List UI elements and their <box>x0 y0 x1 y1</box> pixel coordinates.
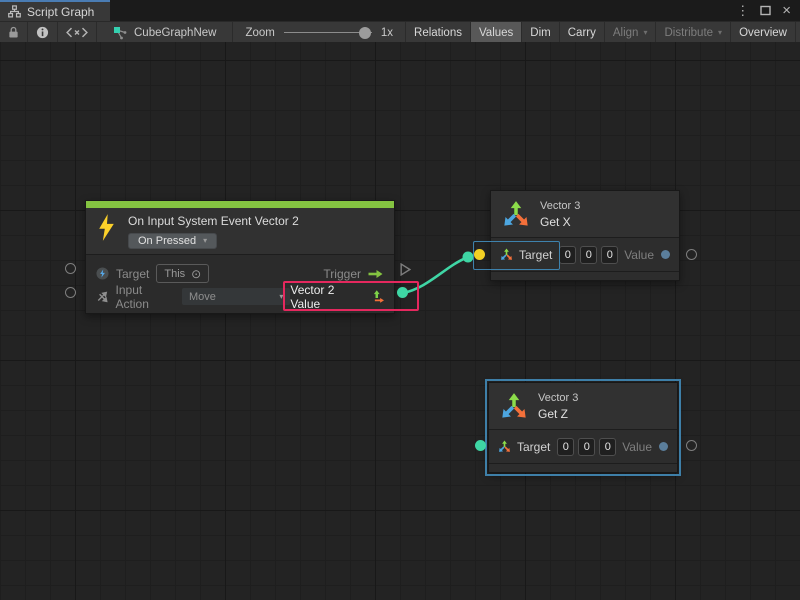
get-z-field-x[interactable]: 0 <box>557 438 574 456</box>
vector2-value-output-port[interactable] <box>397 287 408 298</box>
dropdown-caret-icon: ▾ <box>718 29 722 37</box>
event-node-ports: Target This ⊙ Trigger <box>86 254 394 313</box>
node-vector3-get-x[interactable]: Vector 3 Get X Target 0 0 0 Value <box>490 190 680 281</box>
toolbar-button-overview[interactable]: Overview <box>731 22 796 43</box>
get-x-field-y[interactable]: 0 <box>580 246 597 264</box>
tab-script-graph[interactable]: Script Graph <box>0 0 110 21</box>
get-z-value-port[interactable] <box>659 442 668 451</box>
code-icon <box>66 27 88 38</box>
zoom-control: Zoom 1x <box>233 22 406 43</box>
titlebar-spacer <box>110 0 736 21</box>
get-z-target-input-port[interactable] <box>475 440 486 451</box>
toolbar-button-dim[interactable]: Dim <box>522 22 559 43</box>
vector3-icon <box>500 392 528 420</box>
target-object-field[interactable]: This ⊙ <box>156 264 209 283</box>
object-picker-icon[interactable]: ⊙ <box>191 268 201 280</box>
trigger-arrow-icon <box>367 269 384 279</box>
connection-endpoint-dot <box>463 252 474 263</box>
toolbar-button-carry[interactable]: Carry <box>560 22 605 43</box>
dropdown-caret-icon: ▾ <box>279 293 283 301</box>
graph-canvas[interactable]: On Input System Event Vector 2 On Presse… <box>0 42 800 600</box>
graph-toolbar: CubeGraphNew Zoom 1x Relations Values Di… <box>0 21 800 43</box>
vector3-small-icon <box>500 248 513 261</box>
get-x-value-output-port[interactable] <box>686 249 697 260</box>
connection-layer <box>0 42 800 600</box>
trigger-output-port[interactable] <box>400 263 411 276</box>
zoom-slider-handle[interactable] <box>359 27 371 39</box>
info-icon <box>36 26 49 39</box>
get-z-header: Vector 3 Get Z <box>489 383 677 429</box>
inspect-button[interactable] <box>28 22 58 43</box>
toolbar-button-values[interactable]: Values <box>471 22 522 43</box>
vector3-icon <box>502 200 530 228</box>
titlebar: Script Graph ⋮ × <box>0 0 800 21</box>
get-x-target-input-port[interactable] <box>474 249 485 260</box>
event-icon <box>96 267 109 280</box>
toolbar-button-full-screen[interactable]: Full Screen <box>796 22 800 43</box>
get-z-type-label: Vector 3 <box>538 391 578 405</box>
event-node-header: On Input System Event Vector 2 On Presse… <box>86 208 394 254</box>
toolbar-button-align[interactable]: Align ▾ <box>605 22 657 43</box>
lightning-bolt-icon <box>98 214 115 241</box>
close-icon[interactable]: × <box>782 3 791 18</box>
window-menu-icon[interactable]: ⋮ <box>736 4 749 17</box>
get-x-ports-row: Target 0 0 0 Value <box>491 237 679 271</box>
event-input-action-input-port[interactable] <box>65 287 76 298</box>
toolbar-button-relations[interactable]: Relations <box>406 22 471 43</box>
event-input-action-row: Input Action Move ▾ Vector 2 Value <box>86 285 394 308</box>
get-x-value-port[interactable] <box>661 250 670 259</box>
vector3-small-icon <box>498 440 511 453</box>
get-x-type-label: Vector 3 <box>540 199 580 213</box>
connection-wire <box>403 258 466 293</box>
lock-button[interactable] <box>0 22 28 43</box>
dropdown-caret-icon: ▾ <box>643 29 647 37</box>
graph-asset-icon <box>113 26 127 40</box>
lock-icon <box>8 26 19 39</box>
input-action-label: Input Action <box>116 283 176 311</box>
event-node-accent-bar <box>86 201 394 208</box>
script-graph-icon <box>8 5 21 18</box>
vector2-icon <box>371 290 384 304</box>
event-target-input-port[interactable] <box>65 263 76 274</box>
toolbar-button-distribute[interactable]: Distribute ▾ <box>656 22 731 43</box>
get-x-value-label: Value <box>624 248 654 262</box>
zoom-value: 1x <box>381 27 393 39</box>
maximize-icon[interactable] <box>760 5 771 16</box>
get-z-value-label: Value <box>622 440 652 454</box>
preview-code-button[interactable] <box>58 22 97 43</box>
get-x-target-label: Target <box>519 248 552 262</box>
get-x-field-z[interactable]: 0 <box>601 246 618 264</box>
input-action-dropdown[interactable]: Move ▾ <box>182 288 290 305</box>
input-action-icon <box>96 290 109 303</box>
graph-breadcrumb[interactable]: CubeGraphNew <box>97 22 233 43</box>
node-vector3-get-z[interactable]: Vector 3 Get Z Target 0 0 0 Value <box>488 382 678 473</box>
get-z-title: Get Z <box>538 407 578 422</box>
event-node-title: On Input System Event Vector 2 <box>128 214 299 229</box>
vector2-value-label: Vector 2 Value <box>290 283 364 311</box>
get-x-field-x[interactable]: 0 <box>559 246 576 264</box>
dropdown-caret-icon: ▾ <box>203 237 207 245</box>
get-x-title: Get X <box>540 215 580 230</box>
zoom-slider[interactable] <box>284 26 372 40</box>
tab-title: Script Graph <box>27 5 94 19</box>
event-mode-dropdown[interactable]: On Pressed ▾ <box>128 233 217 249</box>
zoom-label: Zoom <box>245 27 274 39</box>
get-x-header: Vector 3 Get X <box>491 191 679 237</box>
node-on-input-system-event-vector2[interactable]: On Input System Event Vector 2 On Presse… <box>85 200 395 314</box>
get-z-field-y[interactable]: 0 <box>578 438 595 456</box>
get-x-footer <box>491 271 679 280</box>
get-z-ports-row: Target 0 0 0 Value <box>489 429 677 463</box>
trigger-label: Trigger <box>323 267 361 281</box>
target-label: Target <box>116 267 149 281</box>
graph-name: CubeGraphNew <box>134 27 216 39</box>
get-z-target-label: Target <box>517 440 550 454</box>
get-z-field-z[interactable]: 0 <box>599 438 616 456</box>
get-z-value-output-port[interactable] <box>686 440 697 451</box>
get-z-footer <box>489 463 677 472</box>
unity-script-graph-window: Script Graph ⋮ × <box>0 0 800 600</box>
